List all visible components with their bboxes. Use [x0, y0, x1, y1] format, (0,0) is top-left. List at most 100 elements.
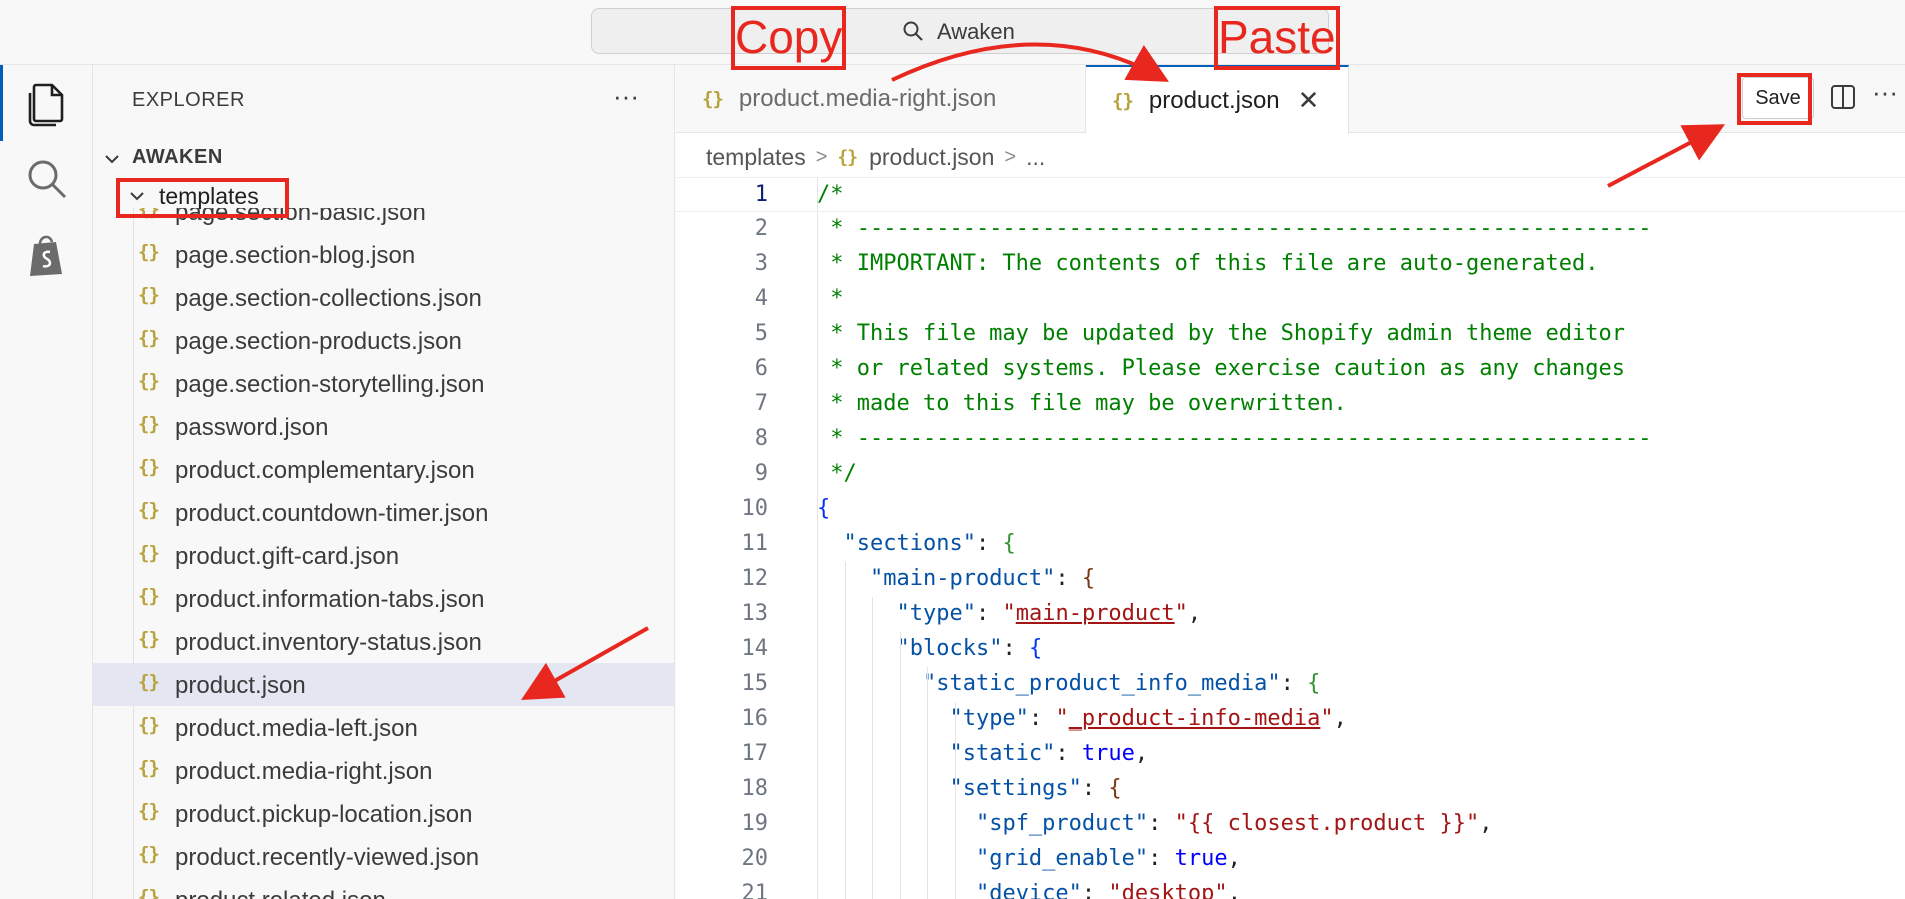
indent-guide — [844, 562, 846, 899]
folder-awaken[interactable]: AWAKEN — [93, 142, 674, 176]
file-name: product.gift-card.json — [175, 543, 400, 570]
file-item[interactable]: {} product.information-tabs.json — [93, 577, 674, 620]
file-name: product.complementary.json — [175, 457, 475, 484]
file-name: page.section-products.json — [175, 328, 462, 355]
code-line: 18 "settings": { — [676, 772, 1905, 807]
file-item[interactable]: {} product.pickup-location.json — [93, 792, 674, 835]
line-number: 14 — [741, 636, 769, 661]
activity-shopify[interactable] — [0, 217, 93, 293]
line-number: 2 — [754, 216, 768, 241]
line-number: 15 — [741, 671, 769, 696]
tab-label: product.media-right.json — [738, 85, 997, 112]
code-line: 7 * made to this file may be overwritten… — [676, 387, 1905, 422]
code-text: * --------------------------------------… — [817, 216, 1652, 241]
json-file-icon: {} — [138, 284, 160, 306]
code-text: * --------------------------------------… — [817, 426, 1652, 451]
file-item[interactable]: {} product.recently-viewed.json — [93, 835, 674, 878]
json-file-icon: {} — [138, 628, 160, 650]
code-text: * made to this file may be overwritten. — [817, 391, 1347, 416]
breadcrumb: templates > {} product.json > ... — [706, 142, 1045, 172]
json-file-icon: {} — [702, 88, 724, 110]
json-file-icon: {} — [138, 757, 160, 779]
file-item[interactable]: {} page.section-collections.json — [93, 276, 674, 319]
explorer-title: EXPLORER — [132, 89, 245, 111]
editor-more-button[interactable]: ··· — [1872, 77, 1898, 108]
line-number: 13 — [741, 601, 769, 626]
file-list: {} page.section-basic.json{} page.section-… — [93, 208, 674, 899]
line-number: 16 — [741, 706, 769, 731]
code-text: { — [817, 496, 831, 521]
code-text: "blocks": { — [896, 636, 1043, 661]
breadcrumb-folder[interactable]: templates — [706, 144, 806, 171]
file-item[interactable]: {} product.media-right.json — [93, 749, 674, 792]
line-number: 9 — [754, 461, 768, 486]
indent-guide — [899, 632, 901, 899]
folder-label: AWAKEN — [132, 146, 223, 168]
line-number: 12 — [741, 566, 769, 591]
json-file-icon: {} — [138, 241, 160, 263]
breadcrumb-file[interactable]: product.json — [869, 144, 994, 171]
breadcrumb-symbol[interactable]: ... — [1026, 144, 1045, 171]
code-line: 15 "static_product_info_media": { — [676, 667, 1905, 702]
file-item[interactable]: {} page.section-products.json — [93, 319, 674, 362]
line-number: 20 — [741, 846, 769, 871]
file-name: product.recently-viewed.json — [175, 844, 480, 871]
line-number: 17 — [741, 741, 769, 766]
code-line: 1 /* — [676, 177, 1905, 212]
json-file-icon: {} — [1112, 89, 1134, 112]
chevron-right-icon: > — [1004, 145, 1017, 168]
code-line: 21 "device": "desktop", — [676, 877, 1905, 899]
line-number: 6 — [754, 356, 768, 381]
save-annotation-box — [1737, 73, 1812, 125]
file-item[interactable]: {} page.section-blog.json — [93, 233, 674, 276]
code-line: 4 * — [676, 282, 1905, 317]
code-line: 12 "main-product": { — [676, 562, 1905, 597]
json-file-icon: {} — [138, 370, 160, 392]
code-line: 3 * IMPORTANT: The contents of this file… — [676, 247, 1905, 282]
chevron-down-icon — [105, 155, 119, 164]
file-item[interactable]: {} page.section-storytelling.json — [93, 362, 674, 405]
code-text: "type": "main-product", — [896, 601, 1202, 626]
line-number: 4 — [754, 286, 768, 311]
file-item[interactable]: {} password.json — [93, 405, 674, 448]
tab-bar: {} product.media-right.json {} product.j… — [676, 65, 1905, 134]
code-text: * or related systems. Please exercise ca… — [817, 356, 1625, 381]
file-item[interactable]: {} product.media-left.json — [93, 706, 674, 749]
file-name: page.section-collections.json — [175, 285, 482, 312]
tab-product-json[interactable]: {} product.json ✕ — [1086, 65, 1349, 134]
code-text: "type": "_product-info-media", — [949, 706, 1347, 731]
tab-product-media-right[interactable]: {} product.media-right.json — [676, 65, 1086, 133]
file-name: page.section-storytelling.json — [175, 371, 485, 398]
close-icon[interactable]: ✕ — [1298, 85, 1320, 116]
indent-guide — [954, 702, 956, 899]
explorer-more-button[interactable]: ··· — [613, 81, 639, 112]
line-number: 19 — [741, 811, 769, 836]
code-text: /* — [817, 182, 844, 207]
json-file-icon: {} — [138, 714, 160, 736]
code-text: */ — [817, 461, 857, 486]
code-line: 14 "blocks": { — [676, 632, 1905, 667]
activity-search[interactable] — [0, 141, 93, 217]
command-center-text: Awaken — [937, 19, 1015, 44]
file-item[interactable]: {} product.related.json — [93, 878, 674, 899]
split-editor-icon[interactable] — [1829, 83, 1857, 111]
file-name: product.countdown-timer.json — [175, 500, 489, 527]
file-item[interactable]: {} product.complementary.json — [93, 448, 674, 491]
file-name: password.json — [175, 414, 329, 441]
editor-group: {} product.media-right.json {} product.j… — [676, 65, 1905, 899]
json-file-icon: {} — [138, 671, 160, 693]
file-item[interactable]: {} product.countdown-timer.json — [93, 491, 674, 534]
file-name: product.json — [175, 672, 306, 699]
file-name: product.media-right.json — [175, 758, 433, 785]
activity-explorer[interactable] — [0, 65, 93, 141]
json-file-icon: {} — [138, 843, 160, 865]
indent-guide — [872, 597, 873, 899]
chevron-right-icon: > — [815, 145, 828, 168]
file-name: product.inventory-status.json — [175, 629, 482, 656]
file-item[interactable]: {} product.json — [93, 663, 674, 706]
file-name: page.section-blog.json — [175, 242, 416, 269]
file-item[interactable]: {} product.gift-card.json — [93, 534, 674, 577]
code-editor[interactable]: 1 /* 2 * ---------------------------------… — [676, 177, 1905, 899]
code-text: "main-product": { — [869, 566, 1096, 591]
file-item[interactable]: {} product.inventory-status.json — [93, 620, 674, 663]
